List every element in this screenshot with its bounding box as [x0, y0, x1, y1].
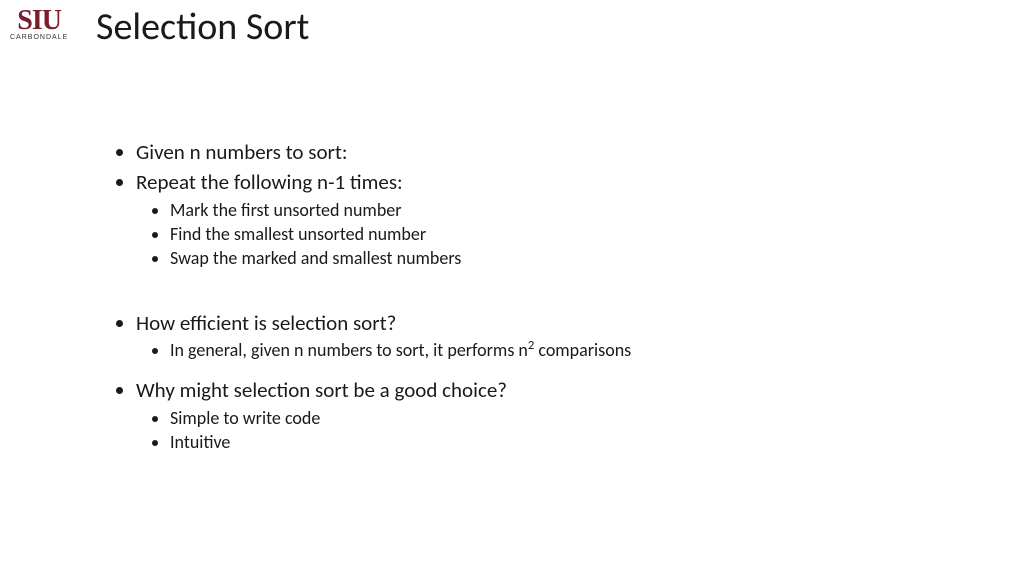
- slide-title: Selection Sort: [96, 4, 309, 50]
- sub-swap: Swap the marked and smallest numbers: [170, 246, 938, 270]
- bullet-repeat: Repeat the following n-1 times: Mark the…: [136, 168, 938, 270]
- logo-main: SIU: [10, 8, 68, 33]
- bullet-given: Given n numbers to sort:: [136, 138, 938, 166]
- sub-find: Find the smallest unsorted number: [170, 222, 938, 246]
- sub-comparisons: In general, given n numbers to sort, it …: [170, 338, 938, 362]
- sub-mark: Mark the first unsorted number: [170, 198, 938, 222]
- bullet-efficient-text: How efficient is selection sort?: [136, 310, 396, 336]
- siu-logo: SIU CARBONDALE: [10, 8, 68, 41]
- logo-sub: CARBONDALE: [10, 34, 68, 41]
- bullet-repeat-text: Repeat the following n-1 times:: [136, 169, 403, 195]
- sub-simple: Simple to write code: [170, 406, 938, 430]
- sub-intuitive: Intuitive: [170, 430, 938, 454]
- bullet-why-good: Why might selection sort be a good choic…: [136, 376, 938, 454]
- bullet-why-good-text: Why might selection sort be a good choic…: [136, 377, 507, 403]
- bullet-efficient: How efficient is selection sort? In gene…: [136, 309, 938, 363]
- slide-content: Given n numbers to sort: Repeat the foll…: [118, 138, 938, 456]
